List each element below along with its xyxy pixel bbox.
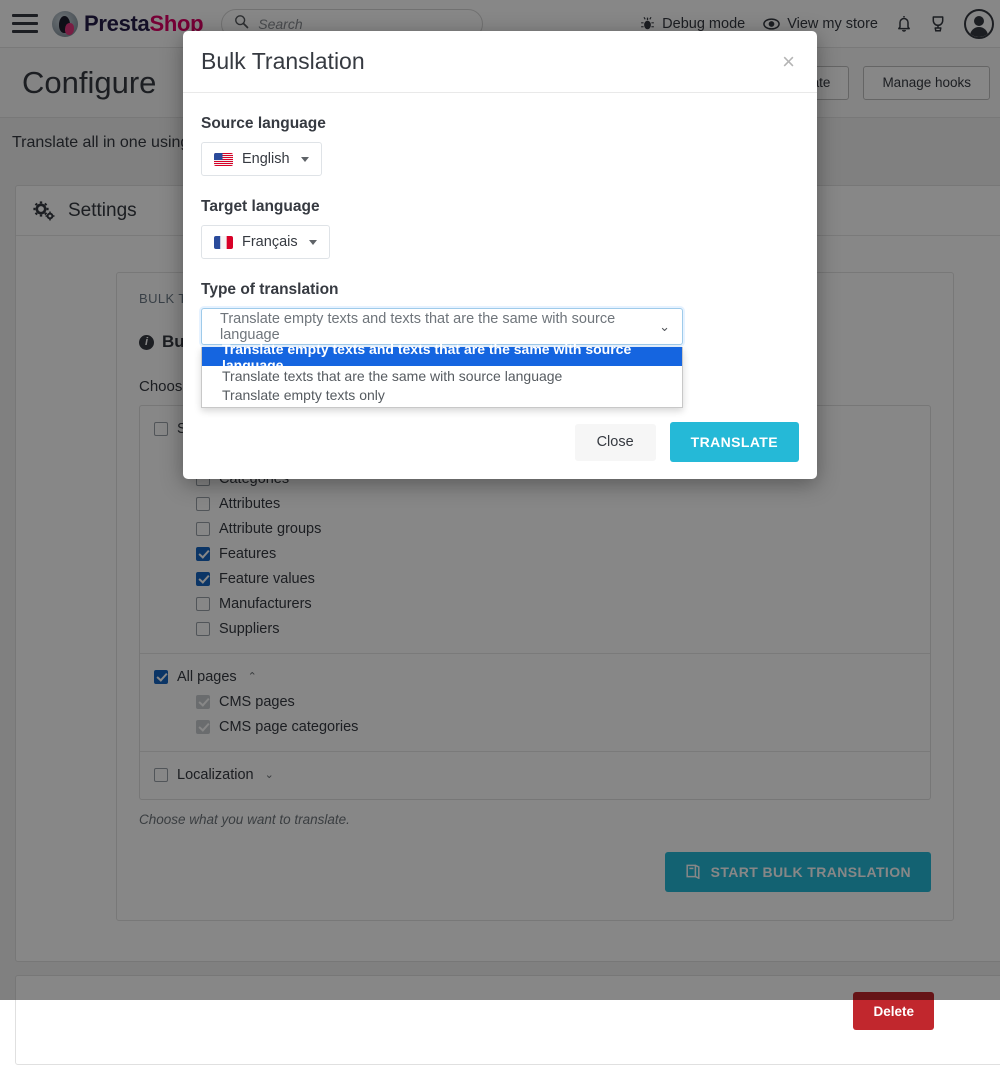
type-of-translation-select[interactable]: Translate empty texts and texts that are…	[201, 308, 683, 345]
source-language-label: Source language	[201, 115, 326, 132]
type-of-translation-label: Type of translation	[201, 281, 339, 298]
close-button[interactable]: Close	[574, 423, 656, 461]
option-item[interactable]: Translate empty texts only	[202, 385, 682, 404]
type-of-translation-field: Type of translation Translate empty text…	[201, 281, 799, 408]
chevron-down-icon: ⌄	[659, 318, 670, 334]
option-item[interactable]: Translate empty texts and texts that are…	[202, 341, 682, 373]
target-language-value: Français	[242, 234, 298, 250]
bulk-translation-modal: Bulk Translation × Source language Engli…	[183, 31, 817, 479]
modal-body: Source language English Target language …	[183, 93, 817, 408]
modal-header: Bulk Translation ×	[183, 31, 817, 93]
translate-button[interactable]: TRANSLATE	[669, 422, 799, 462]
chevron-down-icon	[308, 239, 317, 245]
target-language-field: Target language Français	[201, 198, 799, 259]
type-of-translation-selected-value: Translate empty texts and texts that are…	[220, 310, 616, 343]
target-language-label: Target language	[201, 198, 320, 215]
us-flag-icon	[214, 152, 233, 166]
modal-footer: Close TRANSLATE	[183, 405, 817, 479]
fr-flag-icon	[214, 235, 233, 249]
type-of-translation-select-wrap: Translate empty texts and texts that are…	[201, 308, 799, 408]
source-language-value: English	[242, 151, 290, 167]
target-language-dropdown[interactable]: Français	[201, 225, 330, 259]
chevron-down-icon	[300, 156, 309, 162]
source-language-field: Source language English	[201, 115, 799, 176]
modal-title: Bulk Translation	[201, 48, 365, 74]
type-of-translation-options: Translate empty texts and texts that are…	[201, 341, 683, 408]
source-language-dropdown[interactable]: English	[201, 142, 322, 176]
close-icon[interactable]: ×	[778, 49, 799, 75]
